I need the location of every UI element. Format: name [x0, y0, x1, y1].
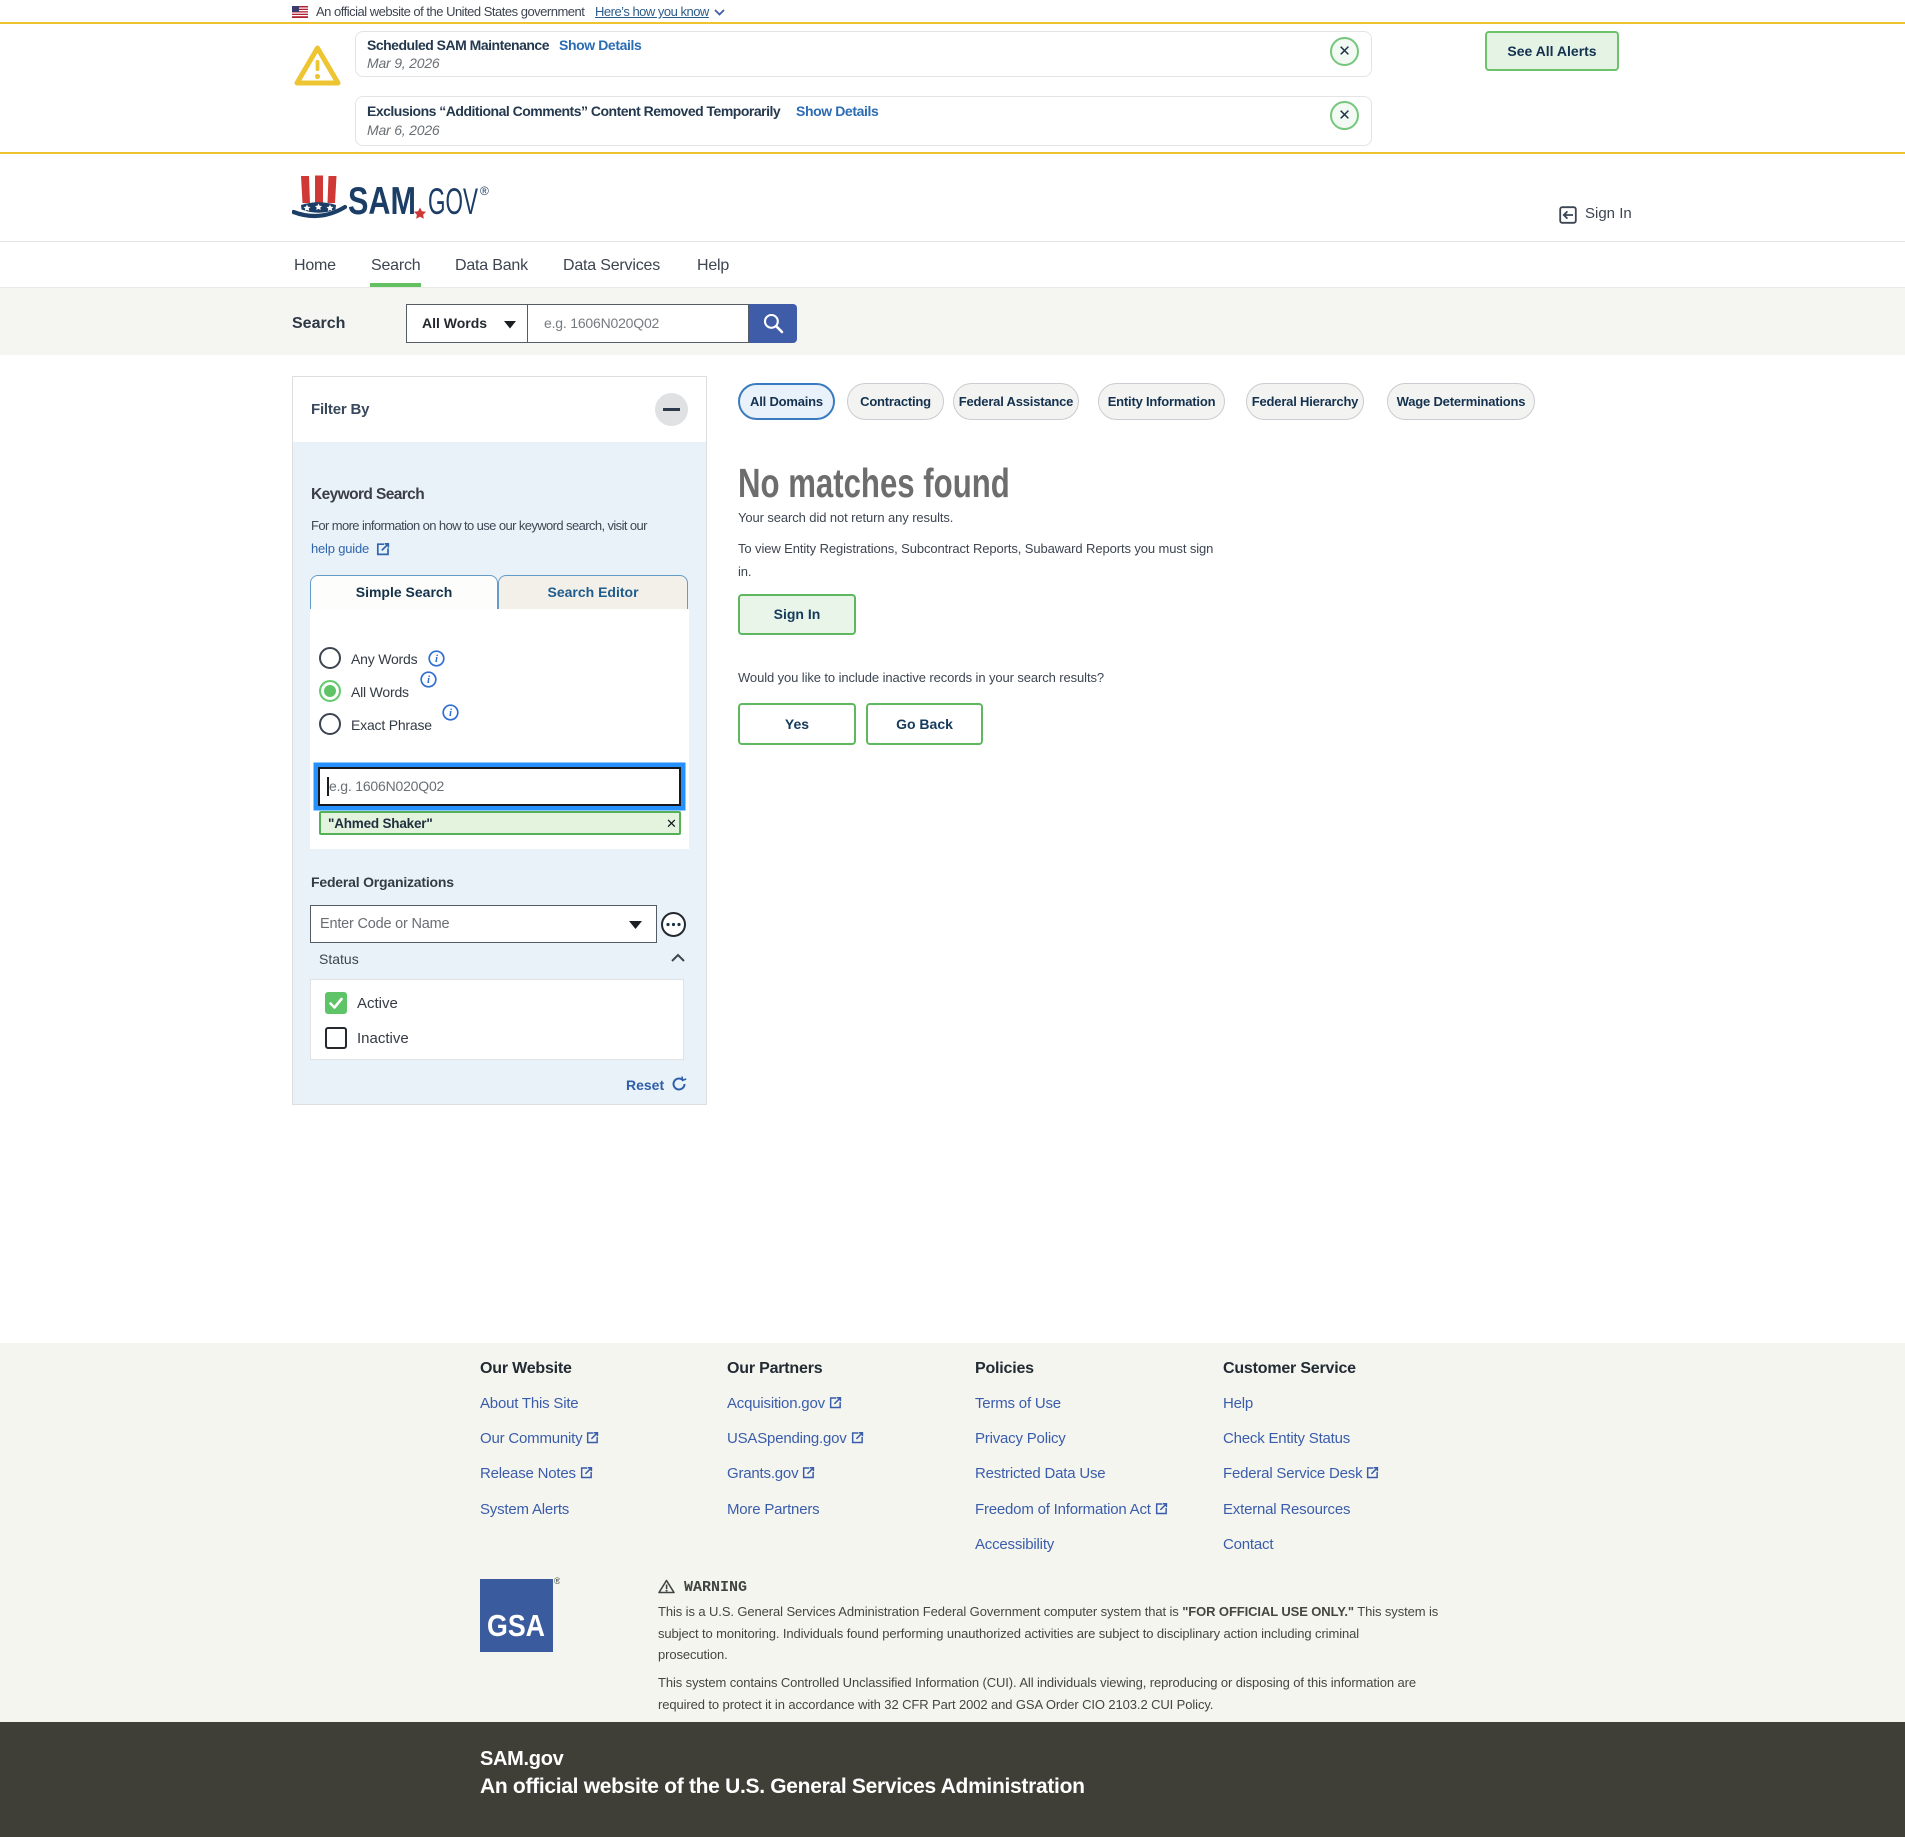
svg-text:®: ® — [554, 1576, 560, 1586]
svg-text:SAM: SAM — [348, 180, 416, 223]
svg-text:i: i — [449, 707, 453, 719]
svg-text:GSA: GSA — [487, 1608, 545, 1643]
svg-text:i: i — [435, 653, 439, 665]
svg-text:®: ® — [480, 184, 489, 198]
svg-text:GOV: GOV — [428, 181, 478, 222]
svg-text:i: i — [427, 674, 431, 686]
